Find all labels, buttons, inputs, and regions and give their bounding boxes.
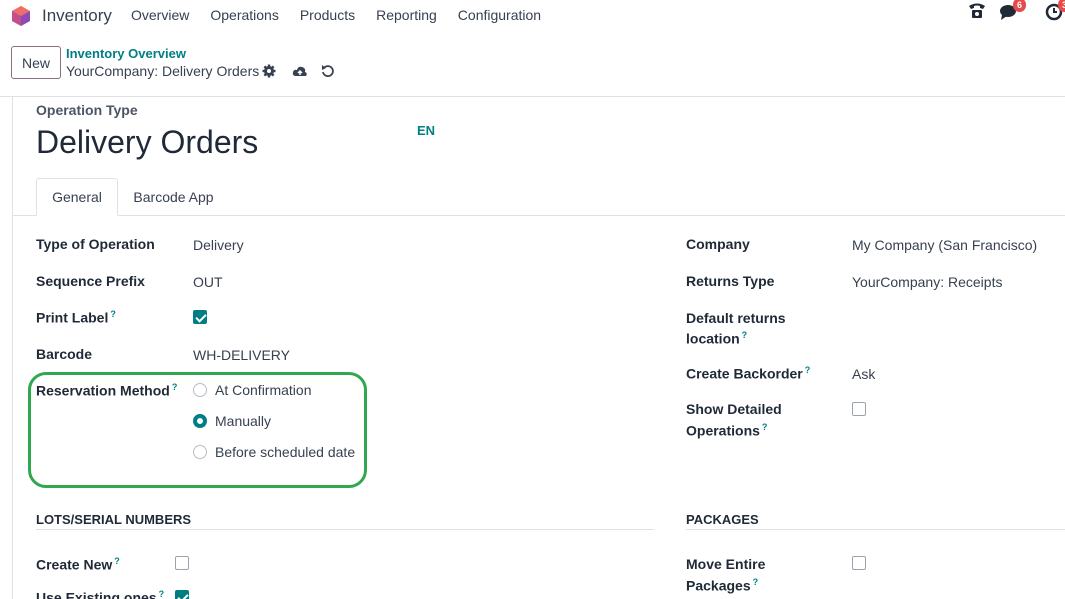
show-detailed-operations-checkbox[interactable] bbox=[852, 402, 866, 416]
type-of-operation-value[interactable]: Delivery bbox=[193, 237, 244, 253]
company-value[interactable]: My Company (San Francisco) bbox=[852, 237, 1037, 253]
app-name[interactable]: Inventory bbox=[42, 6, 112, 26]
help-icon[interactable]: ? bbox=[114, 556, 120, 566]
sequence-prefix-label: Sequence Prefix bbox=[36, 273, 145, 289]
packages-section-title: PACKAGES bbox=[686, 512, 759, 527]
activity-badge: 3 bbox=[1058, 0, 1065, 12]
language-button[interactable]: EN bbox=[417, 123, 435, 138]
reservation-option-label[interactable]: Manually bbox=[215, 413, 271, 429]
new-button[interactable]: New bbox=[11, 46, 61, 79]
default-returns-location-label: Default returns bbox=[686, 310, 786, 326]
move-entire-packages-checkbox[interactable] bbox=[852, 556, 866, 570]
move-entire-packages-label: Move Entire bbox=[686, 556, 766, 572]
help-icon[interactable]: ? bbox=[110, 309, 116, 319]
print-label-label: Print Label? bbox=[36, 309, 116, 326]
help-icon[interactable]: ? bbox=[742, 330, 748, 340]
main-menu: Overview Operations Products Reporting C… bbox=[131, 7, 562, 23]
menu-reporting[interactable]: Reporting bbox=[376, 7, 437, 23]
form-tabs: General Barcode App bbox=[12, 178, 1065, 216]
help-icon[interactable]: ? bbox=[805, 365, 811, 375]
breadcrumb-parent[interactable]: Inventory Overview bbox=[66, 46, 186, 61]
create-backorder-value[interactable]: Ask bbox=[852, 366, 875, 382]
create-new-label: Create New? bbox=[36, 556, 120, 573]
use-existing-checkbox[interactable] bbox=[175, 590, 189, 599]
default-returns-location-label: location? bbox=[686, 330, 748, 347]
create-backorder-label: Create Backorder? bbox=[686, 365, 811, 382]
help-icon[interactable]: ? bbox=[753, 577, 759, 587]
reservation-before-scheduled-radio[interactable] bbox=[193, 445, 207, 459]
section-divider bbox=[36, 529, 654, 530]
move-entire-packages-label: Packages? bbox=[686, 577, 759, 594]
use-existing-label: Use Existing ones? bbox=[36, 589, 165, 599]
help-icon[interactable]: ? bbox=[762, 422, 768, 432]
reservation-method-label: Reservation Method? bbox=[36, 382, 178, 399]
help-icon[interactable]: ? bbox=[172, 382, 178, 392]
breadcrumb-current: YourCompany: Delivery Orders bbox=[66, 63, 260, 79]
barcode-label: Barcode bbox=[36, 346, 93, 362]
menu-overview[interactable]: Overview bbox=[131, 7, 189, 23]
returns-type-value[interactable]: YourCompany: Receipts bbox=[852, 274, 1002, 290]
inventory-app-icon[interactable] bbox=[11, 5, 31, 27]
reservation-manually-radio[interactable] bbox=[193, 414, 207, 428]
operation-type-caption: Operation Type bbox=[36, 102, 138, 118]
gear-icon[interactable] bbox=[261, 63, 277, 79]
tab-barcode-app[interactable]: Barcode App bbox=[118, 178, 229, 216]
returns-type-label: Returns Type bbox=[686, 273, 775, 289]
tab-general[interactable]: General bbox=[36, 178, 118, 216]
print-label-checkbox[interactable] bbox=[193, 310, 207, 324]
barcode-value[interactable]: WH-DELIVERY bbox=[193, 347, 290, 363]
section-divider bbox=[686, 529, 1065, 530]
show-detailed-operations-label: Operations? bbox=[686, 422, 768, 439]
discard-undo-icon[interactable] bbox=[320, 63, 336, 79]
page-title[interactable]: Delivery Orders bbox=[36, 124, 258, 161]
menu-configuration[interactable]: Configuration bbox=[458, 7, 541, 23]
save-cloud-icon[interactable] bbox=[292, 63, 308, 79]
create-new-checkbox[interactable] bbox=[175, 556, 189, 570]
lots-section-title: LOTS/SERIAL NUMBERS bbox=[36, 512, 192, 527]
phone-icon[interactable] bbox=[966, 0, 988, 22]
reservation-option-label[interactable]: Before scheduled date bbox=[215, 444, 355, 460]
control-panel-divider bbox=[0, 96, 1065, 97]
reservation-option-label[interactable]: At Confirmation bbox=[215, 382, 311, 398]
show-detailed-operations-label: Show Detailed bbox=[686, 401, 782, 417]
help-icon[interactable]: ? bbox=[159, 589, 165, 599]
top-navbar: Inventory Overview Operations Products R… bbox=[0, 0, 1065, 32]
type-of-operation-label: Type of Operation bbox=[36, 236, 155, 252]
menu-products[interactable]: Products bbox=[300, 7, 355, 23]
company-label: Company bbox=[686, 236, 750, 252]
reservation-at-confirmation-radio[interactable] bbox=[193, 383, 207, 397]
menu-operations[interactable]: Operations bbox=[210, 7, 278, 23]
sequence-prefix-value[interactable]: OUT bbox=[193, 274, 223, 290]
sheet-border bbox=[12, 97, 13, 599]
messages-badge: 6 bbox=[1013, 0, 1027, 12]
